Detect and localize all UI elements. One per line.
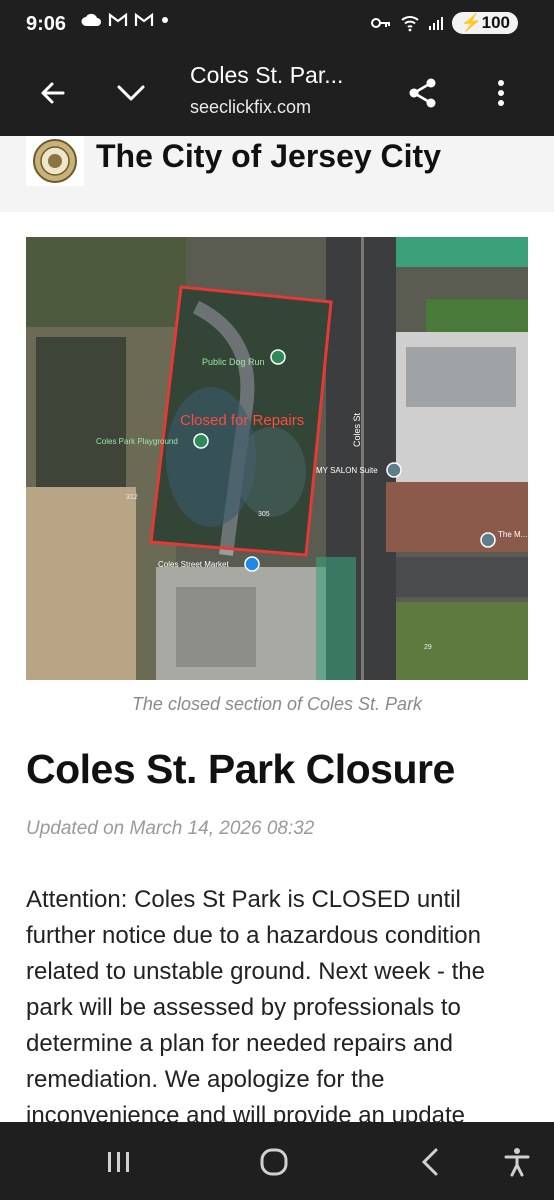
chevron-down-icon[interactable]: [108, 70, 154, 116]
battery-level: 100: [481, 13, 510, 32]
accessibility-icon[interactable]: [499, 1144, 535, 1180]
map-label-market: Coles Street Market: [158, 560, 229, 569]
city-header: The City of Jersey City: [0, 136, 554, 212]
city-seal-icon: [26, 136, 84, 186]
wifi-icon: [401, 16, 420, 32]
map-label-312: 312: [126, 494, 138, 501]
article-title: Coles St. Park Closure: [26, 746, 455, 792]
battery-icon: ⚡100: [452, 12, 518, 34]
map-label-building: The M... Buildin...: [498, 530, 528, 539]
article-body: Attention: Coles St Park is CLOSED until…: [26, 886, 485, 1122]
recents-icon[interactable]: [101, 1144, 137, 1180]
map-label-street: Coles St: [352, 412, 362, 447]
back-icon[interactable]: [412, 1144, 448, 1180]
page-url[interactable]: seeclickfix.com: [190, 97, 311, 118]
map-label-305: 305: [258, 511, 270, 518]
share-icon[interactable]: [400, 70, 446, 116]
cloud-icon: [81, 13, 101, 26]
map-label-salon: MY SALON Suite: [316, 466, 378, 475]
map-label-playground: Coles Park Playground: [96, 437, 178, 446]
back-arrow-icon[interactable]: [30, 70, 76, 116]
updated-date: Updated on March 14, 2026 08:32: [26, 818, 315, 839]
gmail-icon: [108, 12, 128, 26]
page-title[interactable]: Coles St. Par...: [190, 62, 343, 89]
park-map-image: Public Dog Run Closed for Repairs Coles …: [26, 237, 528, 680]
image-caption: The closed section of Coles St. Park: [131, 694, 423, 714]
status-bar: 9:06 ⚡100: [0, 0, 554, 50]
notification-icons: [80, 12, 170, 28]
system-icons: ⚡100: [370, 12, 518, 34]
browser-toolbar: Coles St. Par... seeclickfix.com: [0, 50, 554, 136]
map-label-closed: Closed for Repairs: [180, 412, 304, 429]
home-icon[interactable]: [256, 1144, 292, 1180]
more-vert-icon[interactable]: [478, 70, 524, 116]
map-label-29: 29: [424, 644, 432, 651]
dot-icon: [162, 17, 168, 23]
gmail-icon: [134, 12, 154, 26]
status-time: 9:06: [26, 13, 67, 35]
system-nav-bar: [0, 1122, 554, 1200]
map-label-dog-run: Public Dog Run: [202, 357, 265, 367]
signal-icon: [429, 17, 444, 30]
org-name: The City of Jersey City: [96, 138, 441, 174]
key-icon: [371, 18, 391, 28]
